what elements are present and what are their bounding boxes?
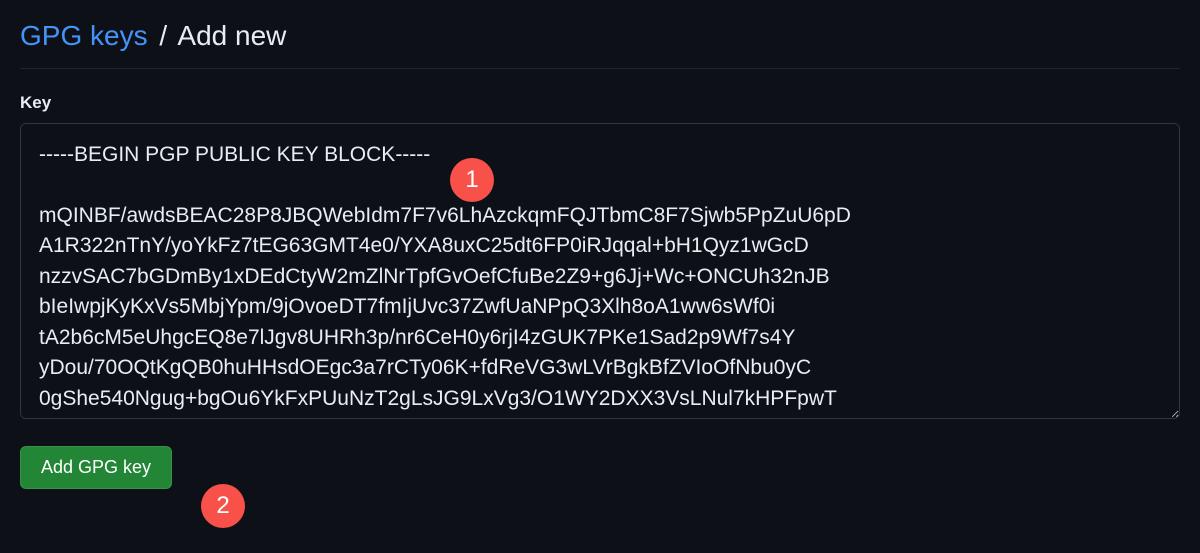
breadcrumb-separator: /: [159, 20, 167, 51]
key-field-label: Key: [20, 93, 1180, 113]
breadcrumb-current: Add new: [177, 20, 286, 51]
annotation-badge-1: 1: [450, 158, 494, 202]
key-textarea[interactable]: [20, 123, 1180, 419]
breadcrumb-parent-link[interactable]: GPG keys: [20, 20, 148, 51]
annotation-badge-2: 2: [201, 484, 245, 528]
breadcrumb: GPG keys / Add new: [20, 20, 1180, 69]
key-textarea-wrapper: [20, 123, 1180, 424]
add-gpg-key-button[interactable]: Add GPG key: [20, 446, 172, 489]
